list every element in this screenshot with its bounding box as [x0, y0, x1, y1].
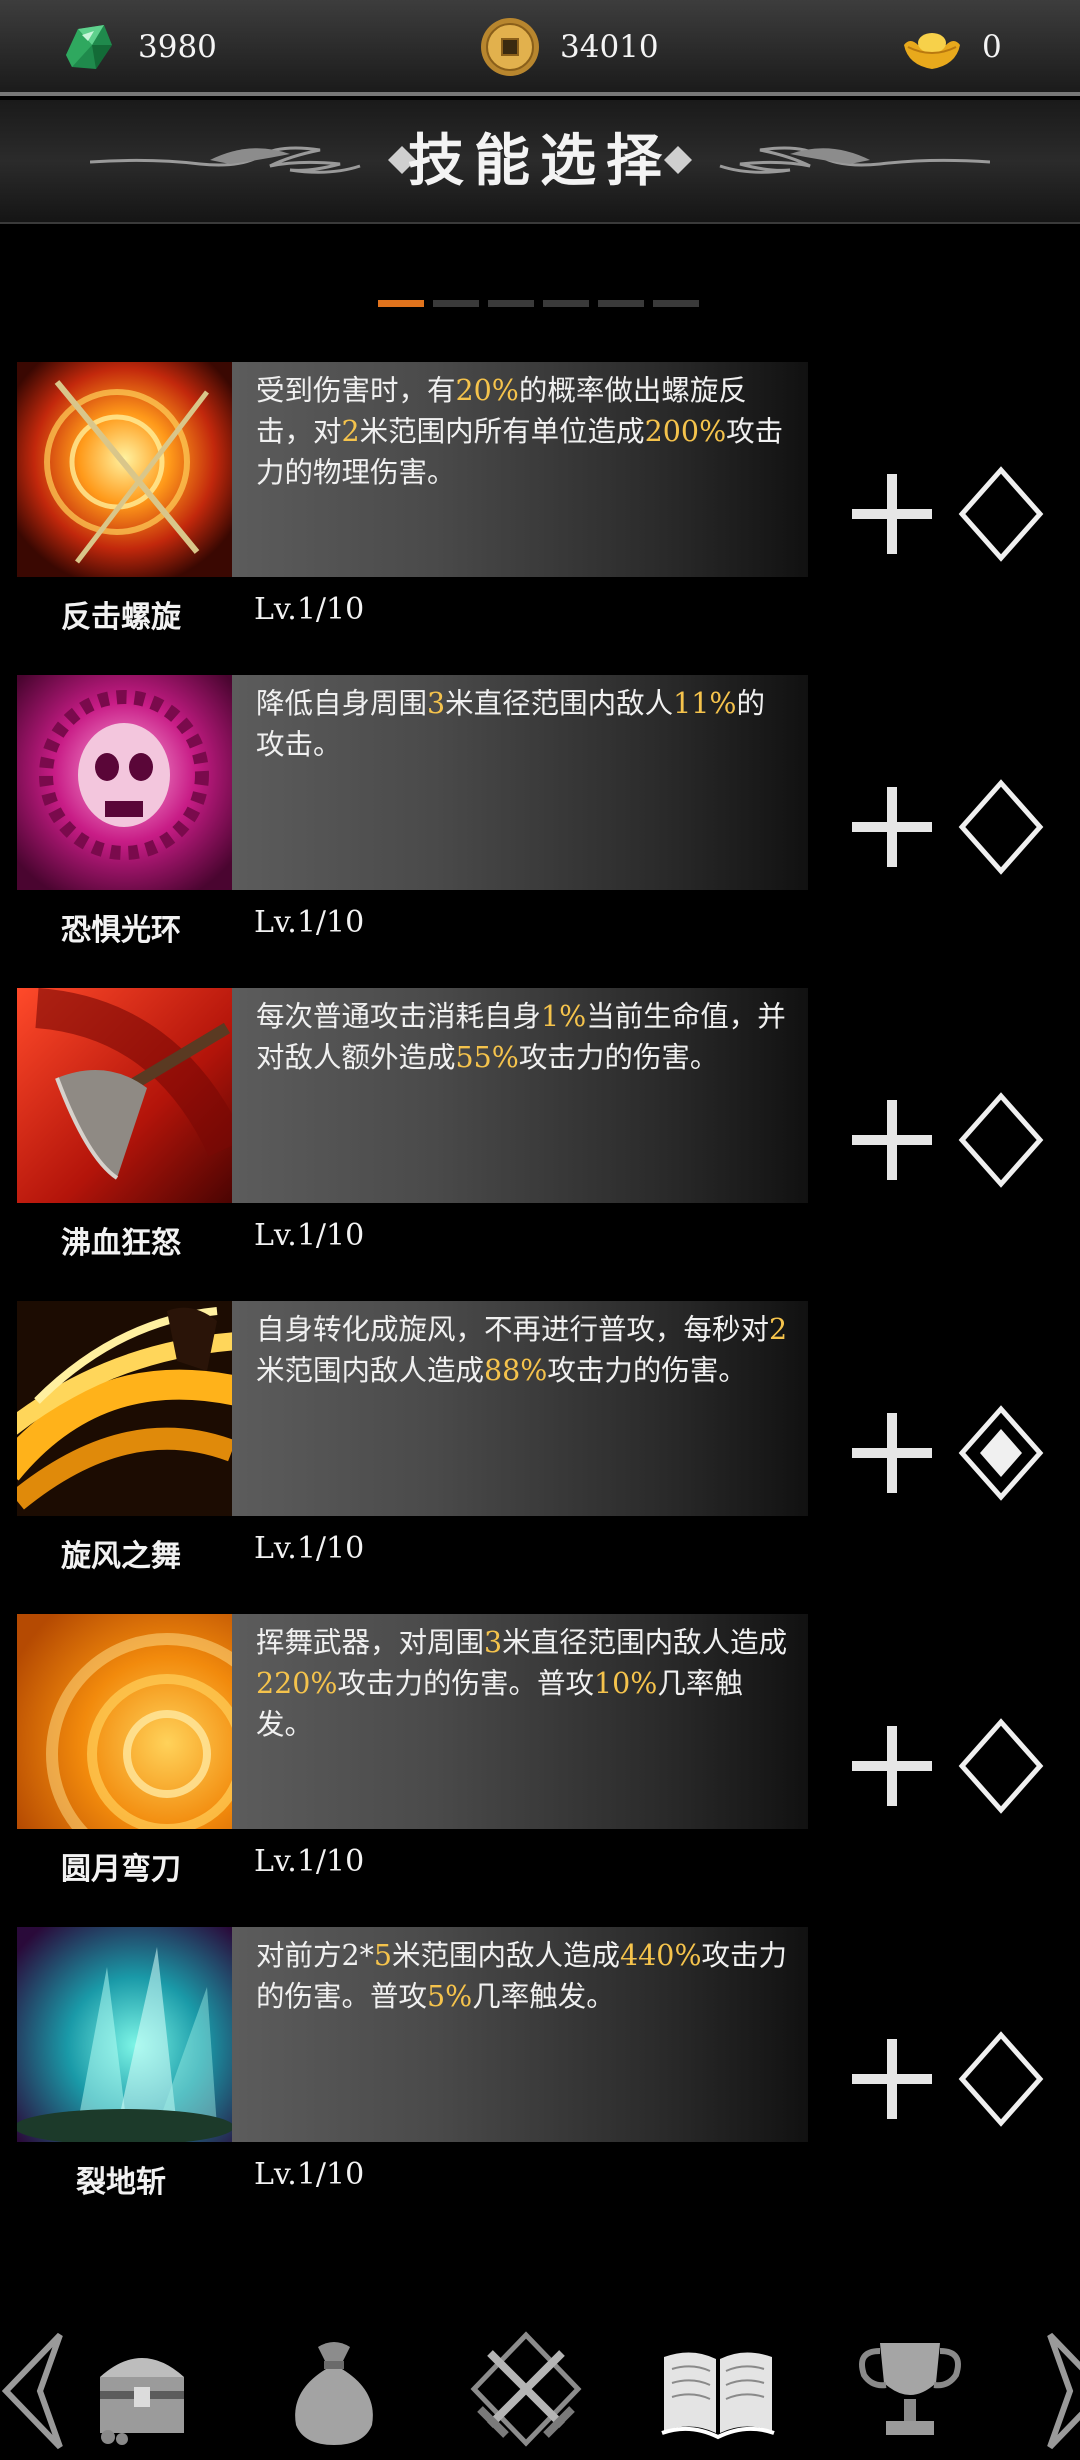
highlight-value: 3	[427, 687, 446, 720]
highlight-value: 5%	[427, 1980, 473, 2013]
skill-row: 降低自身周围3米直径范围内敌人11%的攻击。 恐惧光环 Lv.1/10	[0, 675, 1080, 965]
upgrade-plus-button[interactable]	[850, 2037, 934, 2121]
green-gem-icon	[66, 25, 112, 69]
copper-coin-icon	[481, 18, 539, 76]
treasure-chest-icon[interactable]	[82, 2329, 202, 2449]
gem-count: 3980	[138, 29, 217, 65]
equip-diamond-button[interactable]	[958, 466, 1044, 562]
gold-ingot-icon	[904, 33, 960, 69]
currency-bar: 3980 34010 0	[0, 0, 1080, 96]
gold-counter[interactable]: 0	[900, 14, 1002, 80]
page-dot-3[interactable]	[488, 300, 534, 307]
upgrade-plus-button[interactable]	[850, 1411, 934, 1495]
open-book-icon[interactable]	[658, 2329, 778, 2449]
highlight-value: 55%	[455, 1041, 519, 1074]
highlight-value: 440%	[620, 1939, 702, 1972]
skill-row: 受到伤害时，有20%的概率做出螺旋反击，对2米范围内所有单位造成200%攻击力的…	[0, 362, 1080, 652]
page-dot-1[interactable]	[378, 300, 424, 307]
trophy-icon[interactable]	[850, 2329, 970, 2449]
highlight-value: 20%	[455, 374, 519, 407]
skill-name: 沸血狂怒	[61, 1226, 181, 1261]
skill-level: Lv.1/10	[254, 1844, 365, 1879]
highlight-value: 5	[373, 1939, 393, 1972]
description-text: 攻击力的伤害。	[518, 1041, 719, 1074]
skill-name: 圆月弯刀	[61, 1852, 181, 1887]
skill-row: 每次普通攻击消耗自身1%当前生命值，并对敌人额外造成55%攻击力的伤害。 沸血狂…	[0, 988, 1080, 1278]
page-dot-4[interactable]	[543, 300, 589, 307]
skill-name: 恐惧光环	[61, 913, 181, 948]
highlight-value: 2	[341, 415, 360, 448]
whirlwind-dance-icon[interactable]	[17, 1301, 232, 1516]
skill-description: 对前方2*5米范围内敌人造成440%攻击力的伤害。普攻5%几率触发。	[232, 1927, 808, 2142]
gem-counter[interactable]: 3980	[56, 14, 217, 80]
coin-counter[interactable]: 34010	[478, 14, 659, 80]
skill-level: Lv.1/10	[254, 905, 365, 940]
description-text: 挥舞武器，对周围	[256, 1626, 485, 1659]
skill-level: Lv.1/10	[254, 1218, 365, 1253]
title-banner: 技能选择	[0, 100, 1080, 224]
nav-prev-arrow-icon[interactable]	[0, 2329, 70, 2453]
upgrade-plus-button[interactable]	[850, 785, 934, 869]
description-text: 米直径范围内敌人造成	[502, 1626, 788, 1659]
nav-next-arrow-icon[interactable]	[1040, 2329, 1080, 2453]
page-dot-6[interactable]	[653, 300, 699, 307]
equip-diamond-button[interactable]	[958, 1718, 1044, 1814]
equip-diamond-button-selected[interactable]	[958, 1405, 1044, 1501]
description-text: 米范围内所有单位造成	[359, 415, 645, 448]
skill-description: 降低自身周围3米直径范围内敌人11%的攻击。	[232, 675, 808, 890]
highlight-value: 11%	[673, 687, 737, 720]
description-text: 攻击力的伤害。	[547, 1354, 747, 1387]
highlight-value: 10%	[594, 1667, 658, 1700]
skill-description: 受到伤害时，有20%的概率做出螺旋反击，对2米范围内所有单位造成200%攻击力的…	[232, 362, 808, 577]
skill-level: Lv.1/10	[254, 1531, 365, 1566]
highlight-value: 200%	[644, 415, 727, 448]
highlight-value: 3	[484, 1626, 503, 1659]
skill-description: 每次普通攻击消耗自身1%当前生命值，并对敌人额外造成55%攻击力的伤害。	[232, 988, 808, 1203]
page-indicator	[378, 300, 708, 307]
description-text: 米范围内敌人造成	[256, 1354, 485, 1387]
fear-aura-skull-icon[interactable]	[17, 675, 232, 890]
highlight-value: 1%	[541, 1000, 587, 1033]
skill-row: 挥舞武器，对周围3米直径范围内敌人造成220%攻击力的伤害。普攻10%几率触发。…	[0, 1614, 1080, 1904]
page-dot-5[interactable]	[598, 300, 644, 307]
upgrade-plus-button[interactable]	[850, 1098, 934, 1182]
skill-level: Lv.1/10	[254, 592, 365, 627]
page-dot-2[interactable]	[433, 300, 479, 307]
description-text: 米范围内敌人造成	[392, 1939, 621, 1972]
crescent-blade-icon[interactable]	[17, 1614, 232, 1829]
description-text: 几率触发。	[472, 1980, 615, 2013]
counter-spiral-icon[interactable]	[17, 362, 232, 577]
equip-diamond-button[interactable]	[958, 2031, 1044, 2127]
skill-name: 裂地斩	[76, 2165, 166, 2200]
skill-name: 反击螺旋	[61, 600, 181, 635]
skill-description: 自身转化成旋风，不再进行普攻，每秒对2 米范围内敌人造成88%攻击力的伤害。	[232, 1301, 808, 1516]
gold-count: 0	[982, 29, 1002, 65]
blood-rage-axe-icon[interactable]	[17, 988, 232, 1203]
skill-row: 对前方2*5米范围内敌人造成440%攻击力的伤害。普攻5%几率触发。 裂地斩 L…	[0, 1927, 1080, 2217]
highlight-value: 220%	[256, 1667, 338, 1700]
description-text: 攻击力的伤害。普攻	[337, 1667, 594, 1700]
crossed-swords-icon[interactable]	[466, 2329, 586, 2449]
highlight-value: 88%	[484, 1354, 548, 1387]
money-bag-icon[interactable]	[274, 2329, 394, 2449]
description-text: 降低自身周围	[256, 687, 428, 720]
equip-diamond-button[interactable]	[958, 1092, 1044, 1188]
highlight-value: 2	[769, 1313, 788, 1346]
coin-count: 34010	[560, 29, 659, 65]
earth-split-slash-icon[interactable]	[17, 1927, 232, 2142]
upgrade-plus-button[interactable]	[850, 472, 934, 556]
upgrade-plus-button[interactable]	[850, 1724, 934, 1808]
skill-row: 自身转化成旋风，不再进行普攻，每秒对2 米范围内敌人造成88%攻击力的伤害。 旋风…	[0, 1301, 1080, 1591]
description-text: 每次普通攻击消耗自身	[256, 1000, 542, 1033]
description-text: 自身转化成旋风，不再进行普攻，每秒对	[256, 1313, 770, 1346]
right-ornament-icon	[664, 146, 990, 174]
equip-diamond-button[interactable]	[958, 779, 1044, 875]
bottom-nav	[0, 2315, 1080, 2460]
skill-level: Lv.1/10	[254, 2157, 365, 2192]
description-text: 米直径范围内敌人	[445, 687, 674, 720]
skill-description: 挥舞武器，对周围3米直径范围内敌人造成220%攻击力的伤害。普攻10%几率触发。	[232, 1614, 808, 1829]
description-text: 受到伤害时，有	[256, 374, 456, 407]
description-text: 对前方2*	[256, 1939, 374, 1972]
skill-name: 旋风之舞	[61, 1539, 181, 1574]
